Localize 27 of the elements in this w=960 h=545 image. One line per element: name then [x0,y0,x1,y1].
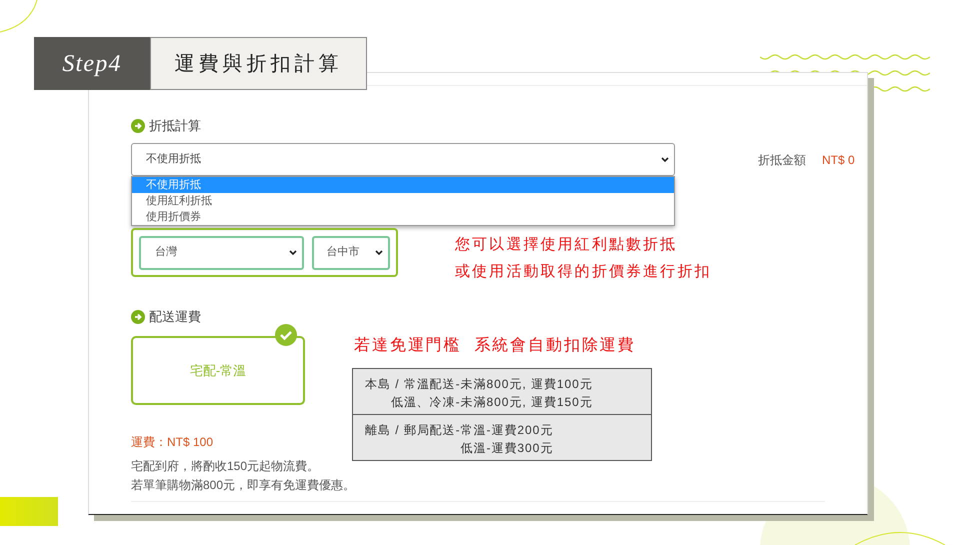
annotation-text: 您可以選擇使用紅利點數折抵 [455,235,678,255]
check-icon [275,324,297,346]
chevron-icon [288,248,298,256]
discount-amount-label: 折抵金額 [758,152,806,168]
table-cell-text: 低溫、冷凍-未滿800元, 運費150元 [390,394,593,411]
circle-outline-decoration [0,0,40,34]
section-heading: 折抵計算 [149,117,201,136]
accent-bar [0,497,58,526]
annotation-text: 或使用活動取得的折價券進行折扣 [455,262,712,282]
country-select[interactable]: 台灣 [139,236,304,270]
annotation-text: 若達免運門檻 系統會自動扣除運費 [354,336,636,356]
step-label: Step4 [62,50,122,78]
discount-select[interactable]: 不使用折抵 [131,143,675,176]
chevron-icon [374,248,384,256]
dropdown-option[interactable]: 使用折價券 [132,209,674,225]
chevron-icon [660,156,670,164]
table-cell-text: 離島 / 郵局配送-常溫-運費200元 [365,422,554,439]
shipping-fee: 運費：NT$ 100 [131,434,214,451]
section-heading: 配送運費 [149,308,201,326]
shipping-note: 若單筆購物滿800元，即享有免運費優惠。 [131,477,356,494]
discount-amount: NT$ 0 [822,152,855,168]
city-select[interactable]: 台中市 [312,236,390,270]
table-cell-text: 本島 / 常溫配送-未滿800元, 運費100元 [365,376,593,393]
table-cell-text: 低溫-運費300元 [460,440,554,457]
step-title: 運費與折扣計算 [174,52,342,76]
dropdown-option[interactable]: 使用紅利折抵 [132,193,674,209]
shipping-note: 宅配到府，將酌收150元起物流費。 [131,458,320,475]
